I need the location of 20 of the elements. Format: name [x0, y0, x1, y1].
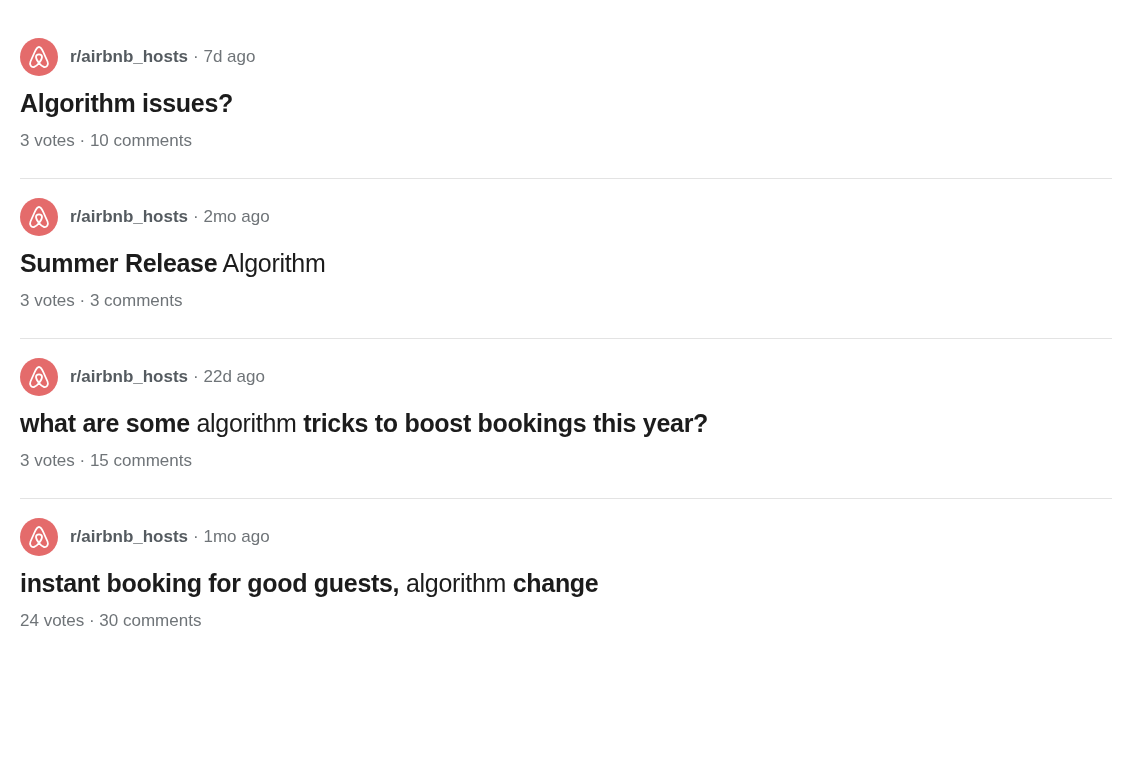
subreddit-avatar-icon [20, 38, 58, 76]
post-title[interactable]: what are some algorithm tricks to boost bookings this year? [20, 409, 1112, 438]
subreddit-avatar-icon [20, 358, 58, 396]
post-stats: 3 votes · 10 comments [20, 131, 193, 151]
post-title[interactable]: Algorithm issues? [20, 89, 1112, 118]
post-age: · 22d ago [193, 367, 265, 387]
post-title[interactable]: Summer Release Algorithm [20, 249, 1112, 278]
subreddit-avatar-icon [20, 198, 58, 236]
subreddit-avatar-icon [20, 518, 58, 556]
post-stats: 3 votes · 15 comments [20, 451, 193, 471]
post-age: · 1mo ago [193, 527, 270, 547]
post-stats: 3 votes · 3 comments [20, 291, 184, 311]
post-title[interactable]: instant booking for good guests, algorithm change [20, 569, 1112, 598]
subreddit-name[interactable]: r/airbnb_hosts [70, 367, 189, 387]
subreddit-name[interactable]: r/airbnb_hosts [70, 527, 189, 547]
post-age: · 2mo ago [193, 207, 270, 227]
subreddit-name[interactable]: r/airbnb_hosts [70, 47, 189, 67]
post-age: · 7d ago [193, 47, 256, 67]
subreddit-name[interactable]: r/airbnb_hosts [70, 207, 189, 227]
post-stats: 24 votes · 30 comments [20, 611, 203, 631]
